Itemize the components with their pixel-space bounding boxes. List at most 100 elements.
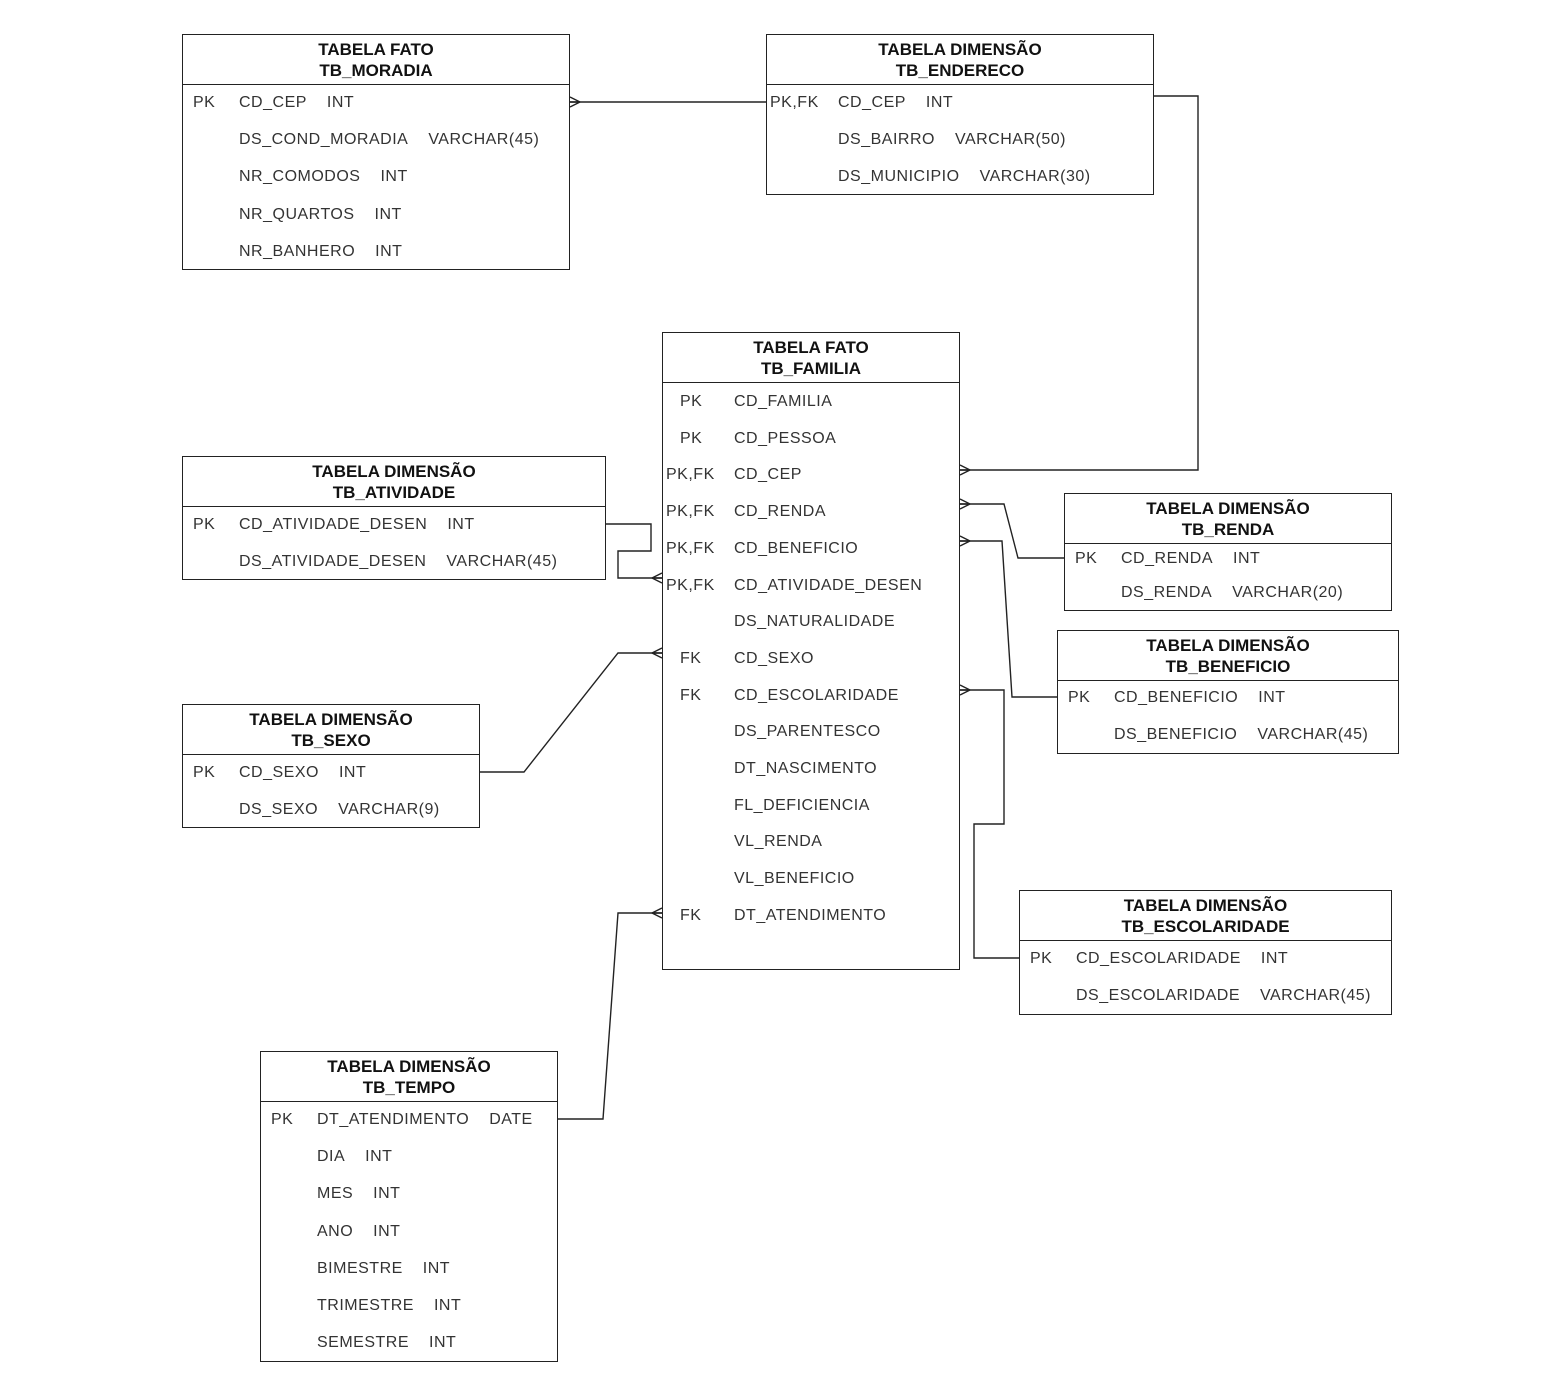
- relationship-connector: [480, 647, 663, 773]
- table-tb-moradia[interactable]: TABELA FATO TB_MORADIA PK CD_CEP INT DS_COND_…: [182, 34, 570, 270]
- table-tb-familia[interactable]: TABELA FATO TB_FAMILIA PK CD_FAMILIA PK CD_PE…: [662, 332, 960, 970]
- column-row[interactable]: SEMESTRE INT: [261, 1333, 557, 1353]
- table-name: TB_ATIVIDADE: [332, 483, 456, 502]
- table-tb-endereco[interactable]: TABELA DIMENSÃO TB_ENDERECO PK,FK CD_CEP INT…: [766, 34, 1154, 195]
- column-entry: CD_ATIVIDADE_DESEN: [734, 576, 922, 596]
- column-row[interactable]: FL_DEFICIENCIA: [663, 796, 959, 816]
- column-entry: CD_RENDA INT: [1121, 549, 1260, 569]
- column-entry: CD_CEP INT: [239, 93, 354, 113]
- key-marker: PK: [1068, 689, 1091, 706]
- column-row[interactable]: DS_RENDA VARCHAR(20): [1065, 583, 1391, 603]
- column-entry: VL_RENDA: [734, 832, 822, 852]
- column-name: ANO: [317, 1222, 354, 1240]
- column-row[interactable]: PK CD_PESSOA: [663, 429, 959, 449]
- column-type: INT: [380, 168, 408, 186]
- column-type: INT: [375, 242, 403, 260]
- column-row[interactable]: DS_NATURALIDADE: [663, 612, 959, 632]
- column-row[interactable]: DS_BENEFICIO VARCHAR(45): [1058, 725, 1398, 745]
- table-name: TB_TEMPO: [362, 1078, 456, 1097]
- column-row[interactable]: DS_SEXO VARCHAR(9): [183, 800, 479, 820]
- column-entry: CD_CEP INT: [838, 93, 953, 113]
- column-type: INT: [338, 764, 367, 781]
- column-entry: DT_NASCIMENTO: [734, 759, 877, 779]
- column-entry: DS_NATURALIDADE: [734, 612, 895, 632]
- column-row[interactable]: BIMESTRE INT: [261, 1259, 557, 1279]
- column-row[interactable]: DS_MUNICIPIO VARCHAR(30): [767, 167, 1153, 187]
- table-tb-tempo[interactable]: TABELA DIMENSÃO TB_TEMPO PK DT_ATENDIMENTO D…: [260, 1051, 558, 1362]
- column-row[interactable]: PK CD_SEXO INT: [183, 763, 479, 783]
- column-type: INT: [429, 1334, 457, 1352]
- column-name: TRIMESTRE: [317, 1297, 414, 1314]
- table-header: TABELA DIMENSÃO TB_ENDERECO: [767, 35, 1153, 85]
- column-entry: NR_QUARTOS INT: [239, 205, 402, 225]
- column-name: CD_ATIVIDADE_DESEN: [239, 516, 428, 533]
- column-name: CD_ESCOLARIDADE: [1076, 950, 1241, 967]
- column-name: CD_BENEFICIO: [1114, 689, 1239, 706]
- connector-line: [960, 503, 1064, 559]
- connector-line: [480, 652, 662, 773]
- table-name: TB_BENEFICIO: [1165, 657, 1291, 676]
- column-name: CD_CEP: [239, 94, 307, 111]
- column-row[interactable]: VL_RENDA: [663, 832, 959, 852]
- relationship-connector: [606, 523, 663, 584]
- column-row[interactable]: FK CD_SEXO: [663, 649, 959, 669]
- column-row[interactable]: TRIMESTRE INT: [261, 1296, 557, 1316]
- column-row[interactable]: NR_BANHERO INT: [183, 242, 569, 262]
- column-row[interactable]: DT_NASCIMENTO: [663, 759, 959, 779]
- column-entry: DS_MUNICIPIO VARCHAR(30): [838, 167, 1091, 187]
- column-entry: FL_DEFICIENCIA: [734, 796, 870, 816]
- column-row[interactable]: PK DT_ATENDIMENTO DATE: [261, 1110, 557, 1130]
- table-kind: TABELA DIMENSÃO: [312, 462, 476, 481]
- column-row[interactable]: DS_COND_MORADIA VARCHAR(45): [183, 130, 569, 150]
- column-row[interactable]: PK,FK CD_RENDA: [663, 502, 959, 522]
- key-marker: PK: [1075, 550, 1098, 567]
- column-row[interactable]: DS_PARENTESCO: [663, 722, 959, 742]
- column-type: INT: [433, 1297, 462, 1314]
- column-row[interactable]: PK,FK CD_ATIVIDADE_DESEN: [663, 576, 959, 596]
- table-kind: TABELA DIMENSÃO: [1123, 896, 1288, 915]
- column-entry: CD_ESCOLARIDADE INT: [1076, 949, 1288, 969]
- table-tb-atividade[interactable]: TABELA DIMENSÃO TB_ATIVIDADE PK CD_ATIVIDAD…: [182, 456, 606, 580]
- column-name: SEMESTRE: [317, 1334, 410, 1352]
- column-row[interactable]: PK,FK CD_CEP INT: [767, 93, 1153, 113]
- column-type: VARCHAR(30): [979, 168, 1091, 185]
- table-tb-renda[interactable]: TABELA DIMENSÃO TB_RENDA PK CD_RENDA INT DS_R…: [1064, 493, 1392, 611]
- column-name: NR_QUARTOS: [239, 205, 355, 223]
- column-row[interactable]: DS_ESCOLARIDADE VARCHAR(45): [1020, 986, 1391, 1006]
- table-header: TABELA DIMENSÃO TB_ESCOLARIDADE: [1020, 891, 1391, 941]
- column-entry: CD_FAMILIA: [734, 392, 832, 412]
- table-tb-beneficio[interactable]: TABELA DIMENSÃO TB_BENEFICIO PK CD_BENEFICI…: [1057, 630, 1399, 754]
- column-type: INT: [365, 1148, 393, 1166]
- column-row[interactable]: NR_QUARTOS INT: [183, 205, 569, 225]
- column-row[interactable]: NR_COMODOS INT: [183, 167, 569, 187]
- column-type: INT: [447, 516, 475, 533]
- column-row[interactable]: PK CD_BENEFICIO INT: [1058, 688, 1398, 708]
- column-name: CD_BENEFICIO: [734, 539, 859, 557]
- column-entry: CD_ATIVIDADE_DESEN INT: [239, 515, 475, 535]
- column-row[interactable]: ANO INT: [261, 1222, 557, 1242]
- column-row[interactable]: PK,FK CD_CEP: [663, 465, 959, 485]
- column-row[interactable]: FK CD_ESCOLARIDADE: [663, 686, 959, 706]
- column-row[interactable]: DS_BAIRRO VARCHAR(50): [767, 130, 1153, 150]
- column-row[interactable]: PK CD_ESCOLARIDADE INT: [1020, 949, 1391, 969]
- column-row[interactable]: FK DT_ATENDIMENTO: [663, 906, 959, 926]
- column-row[interactable]: PK CD_FAMILIA: [663, 392, 959, 412]
- column-row[interactable]: PK,FK CD_BENEFICIO: [663, 539, 959, 559]
- column-name: DIA: [317, 1148, 346, 1166]
- column-row[interactable]: DIA INT: [261, 1147, 557, 1167]
- column-row[interactable]: VL_BENEFICIO: [663, 869, 959, 889]
- column-name: DS_BAIRRO: [838, 131, 935, 148]
- column-name: VL_BENEFICIO: [734, 870, 855, 888]
- column-row[interactable]: PK CD_ATIVIDADE_DESEN INT: [183, 515, 605, 535]
- column-entry: DT_ATENDIMENTO DATE: [317, 1110, 533, 1130]
- column-name: DT_ATENDIMENTO: [734, 906, 887, 924]
- column-entry: MES INT: [317, 1184, 400, 1204]
- column-row[interactable]: DS_ATIVIDADE_DESEN VARCHAR(45): [183, 552, 605, 572]
- column-row[interactable]: MES INT: [261, 1184, 557, 1204]
- column-name: CD_ATIVIDADE_DESEN: [734, 576, 923, 594]
- table-tb-sexo[interactable]: TABELA DIMENSÃO TB_SEXO PK CD_SEXO INT DS_SEX…: [182, 704, 480, 828]
- table-kind: TABELA FATO: [753, 338, 869, 357]
- table-tb-escolaridade[interactable]: TABELA DIMENSÃO TB_ESCOLARIDADE PK CD_ESCOL…: [1019, 890, 1392, 1015]
- column-row[interactable]: PK CD_RENDA INT: [1065, 549, 1391, 569]
- column-row[interactable]: PK CD_CEP INT: [183, 93, 569, 113]
